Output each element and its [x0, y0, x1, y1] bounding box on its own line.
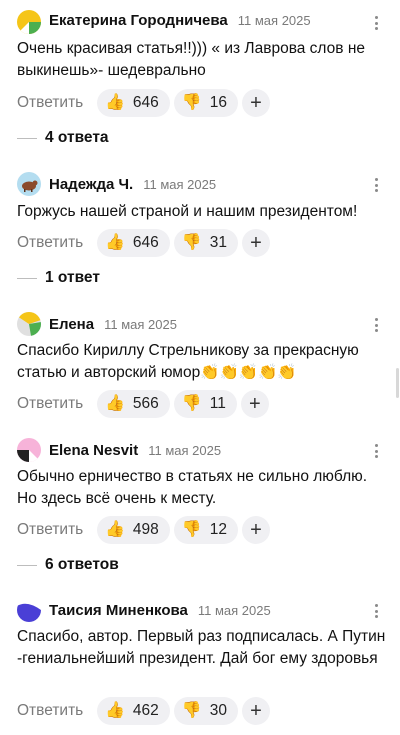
comment-text: Горжусь нашей страной и нашим президенто…: [17, 203, 358, 220]
comment-date: 11 мая 2025: [104, 317, 177, 332]
thumbs-down-icon: 👎: [181, 234, 202, 251]
comment-author[interactable]: Елена 11 мая 2025: [49, 316, 177, 333]
avatar[interactable]: [17, 312, 41, 336]
like-count: 462: [132, 702, 159, 719]
dislike-button[interactable]: 👎 11: [173, 390, 237, 418]
thumbs-down-icon: 👎: [181, 521, 202, 538]
comment-actions: Ответить 👍 646 👎 31 +: [17, 228, 270, 258]
kebab-menu-icon[interactable]: [370, 176, 382, 194]
author-name[interactable]: Елена: [49, 316, 94, 333]
divider: [17, 137, 37, 139]
like-count: 566: [132, 395, 159, 412]
thumbs-down-icon: 👎: [181, 395, 202, 412]
kebab-menu-icon[interactable]: [370, 14, 382, 32]
dislike-count: 31: [209, 234, 227, 251]
kebab-menu-icon[interactable]: [370, 316, 382, 334]
comment-author[interactable]: Elena Nesvit 11 мая 2025: [49, 442, 221, 459]
like-button[interactable]: 👍 566: [97, 390, 170, 418]
show-replies-button[interactable]: 1 ответ: [17, 269, 100, 287]
avatar-image: [17, 10, 41, 34]
avatar-image: [17, 438, 41, 462]
dislike-button[interactable]: 👎 30: [173, 697, 238, 725]
comment-actions: Ответить 👍 462 👎 30 +: [17, 696, 270, 726]
dislike-button[interactable]: 👎 31: [173, 229, 238, 257]
author-name[interactable]: Надежда Ч.: [49, 176, 133, 193]
reply-button[interactable]: Ответить: [17, 94, 87, 112]
like-count: 646: [132, 94, 159, 111]
author-name[interactable]: Екатерина Городничева: [49, 12, 228, 29]
comment-actions: Ответить 👍 498 👎 12 +: [17, 515, 270, 545]
add-reaction-button[interactable]: +: [241, 229, 270, 257]
add-reaction-button[interactable]: +: [241, 516, 270, 544]
avatar[interactable]: [17, 10, 41, 34]
like-button[interactable]: 👍 646: [97, 229, 170, 257]
like-button[interactable]: 👍 498: [97, 516, 170, 544]
plus-icon: +: [250, 91, 262, 114]
thumbs-up-icon: 👍: [105, 234, 125, 251]
comment-text: Спасибо, автор. Первый раз подписалась. …: [17, 628, 386, 667]
comment-date: 11 мая 2025: [237, 13, 311, 28]
avatar[interactable]: [17, 172, 41, 196]
divider: [17, 277, 37, 279]
thumbs-up-icon: 👍: [105, 702, 125, 719]
add-reaction-button[interactable]: +: [241, 89, 270, 117]
add-reaction-button[interactable]: +: [241, 697, 270, 725]
show-replies-button[interactable]: 4 ответа: [17, 129, 109, 147]
kebab-menu-icon[interactable]: [370, 602, 382, 620]
thumbs-up-icon: 👍: [105, 521, 125, 538]
reply-button[interactable]: Ответить: [17, 702, 87, 720]
reply-button[interactable]: Ответить: [17, 521, 87, 539]
comment-text: Очень красивая статья!!))) « из Лаврова …: [17, 40, 365, 79]
reply-button[interactable]: Ответить: [17, 395, 87, 413]
comment-date: 11 мая 2025: [197, 603, 271, 618]
comment-date: 11 мая 2025: [143, 177, 217, 192]
thumbs-up-icon: 👍: [105, 395, 125, 412]
comment-author[interactable]: Надежда Ч. 11 мая 2025: [49, 176, 216, 193]
author-name[interactable]: Таисия Миненкова: [49, 602, 188, 619]
like-button[interactable]: 👍 462: [97, 697, 170, 725]
thumbs-up-icon: 👍: [105, 94, 125, 111]
plus-icon: +: [250, 518, 262, 541]
comment-text: Обычно ерничество в статьях не сильно лю…: [17, 468, 368, 507]
dislike-button[interactable]: 👎 16: [173, 89, 238, 117]
avatar-image: [17, 598, 41, 622]
thumbs-down-icon: 👎: [181, 702, 202, 719]
comment-actions: Ответить 👍 646 👎 16 +: [17, 88, 270, 118]
avatar[interactable]: [17, 438, 41, 462]
avatar-image: [17, 172, 41, 196]
author-name[interactable]: Elena Nesvit: [49, 442, 138, 459]
thumbs-down-icon: 👎: [181, 94, 202, 111]
plus-icon: +: [248, 392, 261, 415]
like-button[interactable]: 👍 646: [97, 89, 170, 117]
replies-count[interactable]: 4 ответа: [45, 129, 109, 147]
replies-count[interactable]: 6 ответов: [45, 556, 119, 574]
plus-icon: +: [250, 699, 262, 722]
divider: [17, 564, 37, 566]
kebab-menu-icon[interactable]: [370, 442, 382, 460]
like-count: 498: [132, 521, 159, 538]
plus-icon: +: [250, 231, 262, 254]
avatar-image: [17, 312, 41, 336]
dislike-count: 12: [209, 521, 227, 538]
dislike-count: 30: [209, 702, 227, 719]
reply-button[interactable]: Ответить: [17, 234, 87, 252]
comment-date: 11 мая 2025: [148, 443, 222, 458]
like-count: 646: [132, 234, 159, 251]
show-replies-button[interactable]: 6 ответов: [17, 556, 119, 574]
comment-author[interactable]: Таисия Миненкова 11 мая 2025: [49, 602, 271, 619]
add-reaction-button[interactable]: +: [240, 390, 269, 418]
scrollbar[interactable]: [396, 368, 399, 398]
comment-text: Спасибо Кириллу Стрельникову за прекрасн…: [17, 342, 359, 381]
dislike-count: 11: [209, 395, 226, 412]
dislike-count: 16: [209, 94, 227, 111]
comment-actions: Ответить 👍 566 👎 11 +: [17, 389, 269, 419]
dislike-button[interactable]: 👎 12: [173, 516, 238, 544]
replies-count[interactable]: 1 ответ: [45, 269, 100, 287]
avatar[interactable]: [17, 598, 41, 622]
comment-author[interactable]: Екатерина Городничева 11 мая 2025: [49, 12, 311, 29]
